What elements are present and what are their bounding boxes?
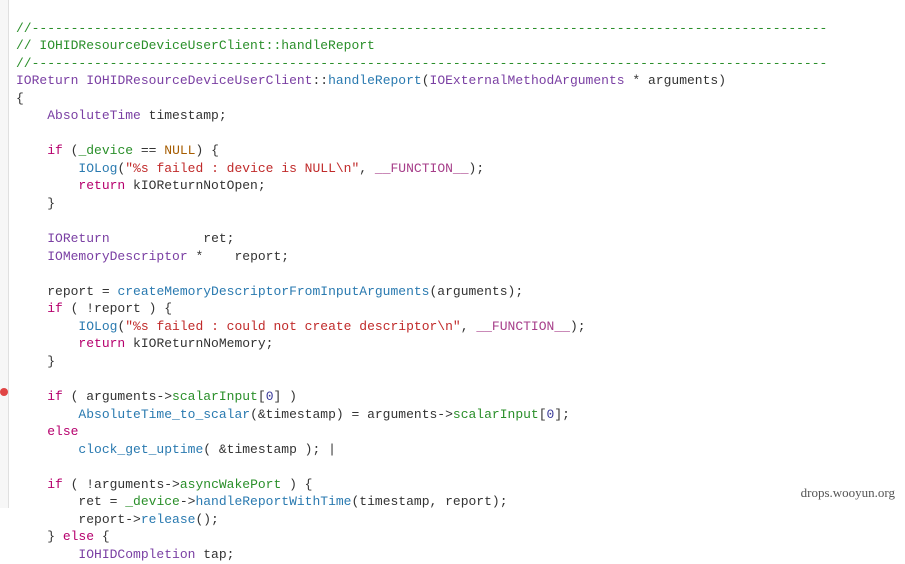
null-const: NULL <box>164 143 195 158</box>
brace: ) { <box>281 477 312 492</box>
comma: , <box>359 161 375 176</box>
class-name: IOHIDResourceDeviceUserClient <box>86 73 312 88</box>
watermark: drops.wooyun.org <box>801 484 895 502</box>
arrow: -> <box>180 494 196 509</box>
comment-prefix: // <box>16 38 39 53</box>
member-device: _device <box>125 494 180 509</box>
sp <box>110 231 204 246</box>
expr: report-> <box>78 512 140 527</box>
paren-close: ) <box>718 73 726 88</box>
breakpoint-marker <box>0 388 8 396</box>
keyword-if: if <box>47 301 63 316</box>
scope-op: :: <box>312 73 328 88</box>
paren-open: ( <box>422 73 430 88</box>
member-device: _device <box>78 143 133 158</box>
star: * <box>625 73 648 88</box>
args: (timestamp, report); <box>351 494 507 509</box>
create-descriptor-call: createMemoryDescriptorFromInputArguments <box>117 284 429 299</box>
var-type: AbsoluteTime <box>47 108 141 123</box>
keyword-if: if <box>47 143 63 158</box>
return-value: kIOReturnNotOpen; <box>125 178 265 193</box>
string-literal: "%s failed : device is NULL\n" <box>125 161 359 176</box>
string-literal: "%s failed : could not create descriptor… <box>125 319 460 334</box>
gutter <box>0 0 9 508</box>
comment-title: IOHIDResourceDeviceUserClient::handleRep… <box>39 38 374 53</box>
var-name: ret; <box>203 231 234 246</box>
args: ( &timestamp ); | <box>203 442 336 457</box>
expr: ( arguments-> <box>63 389 172 404</box>
var-type: IOReturn <box>47 231 109 246</box>
release-call: release <box>141 512 196 527</box>
var-name: timestamp; <box>141 108 227 123</box>
brace-close: } <box>47 354 55 369</box>
return-value: kIOReturnNoMemory; <box>125 336 273 351</box>
clock-get-uptime-call: clock_get_uptime <box>78 442 203 457</box>
br: ] ) <box>274 389 297 404</box>
assign: report = <box>47 284 117 299</box>
close: ); <box>469 161 485 176</box>
expr: (&timestamp) = arguments-> <box>250 407 453 422</box>
close: ); <box>570 319 586 334</box>
keyword-return: return <box>78 336 125 351</box>
var-type: IOHIDCompletion <box>78 547 195 562</box>
brace-close: } <box>47 196 55 211</box>
keyword-else: else <box>63 529 94 544</box>
return-type: IOReturn <box>16 73 78 88</box>
function-macro: __FUNCTION__ <box>476 319 570 334</box>
sp: * <box>188 249 235 264</box>
cond: ( !report ) { <box>63 301 172 316</box>
handle-report-with-time-call: handleReportWithTime <box>195 494 351 509</box>
arg-type: IOExternalMethodArguments <box>430 73 625 88</box>
keyword-if: if <box>47 389 63 404</box>
code-block: //--------------------------------------… <box>16 2 827 564</box>
comment-divider-top: //--------------------------------------… <box>16 21 827 36</box>
iolog-call: IOLog <box>78 161 117 176</box>
index-zero: 0 <box>266 389 274 404</box>
member-scalarinput: scalarInput <box>453 407 539 422</box>
br: [ <box>539 407 547 422</box>
brace: { <box>94 529 110 544</box>
arg-name: arguments <box>648 73 718 88</box>
var-type: IOMemoryDescriptor <box>47 249 187 264</box>
args: (arguments); <box>430 284 524 299</box>
member-asyncwakeport: asyncWakePort <box>180 477 281 492</box>
abstime-to-scalar-call: AbsoluteTime_to_scalar <box>78 407 250 422</box>
expr: ( !arguments-> <box>63 477 180 492</box>
member-scalarinput: scalarInput <box>172 389 258 404</box>
brace-open: { <box>16 91 24 106</box>
brace: } <box>47 529 63 544</box>
br: [ <box>258 389 266 404</box>
keyword-if: if <box>47 477 63 492</box>
function-macro: __FUNCTION__ <box>375 161 469 176</box>
eq-op: == <box>133 143 164 158</box>
br: ]; <box>554 407 570 422</box>
var-name: tap; <box>195 547 234 562</box>
paren-brace: ) { <box>195 143 218 158</box>
args: (); <box>195 512 218 527</box>
iolog-call: IOLog <box>78 319 117 334</box>
comma: , <box>461 319 477 334</box>
comment-divider-bottom: //--------------------------------------… <box>16 56 827 71</box>
keyword-return: return <box>78 178 125 193</box>
assign: ret = <box>78 494 125 509</box>
var-name: report; <box>234 249 289 264</box>
method-name: handleReport <box>328 73 422 88</box>
paren: ( <box>63 143 79 158</box>
keyword-else: else <box>47 424 78 439</box>
